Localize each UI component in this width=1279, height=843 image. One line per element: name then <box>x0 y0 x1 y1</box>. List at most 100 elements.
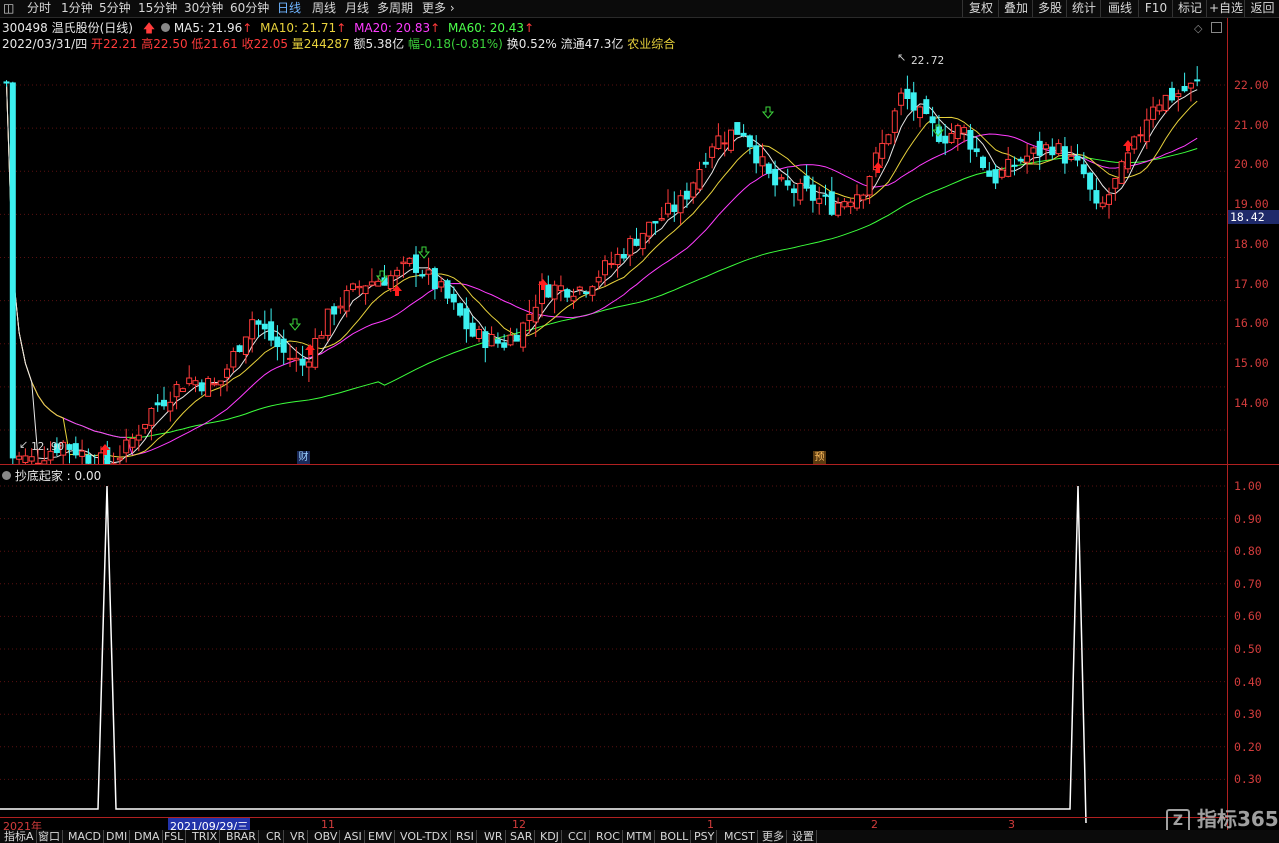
indicator-tab[interactable]: DMI <box>104 830 131 843</box>
period-tab-monthly[interactable]: 月线 <box>345 1 369 16</box>
indicator-tab[interactable]: PSY <box>692 830 718 843</box>
indicator-tab[interactable]: FSL <box>162 830 187 843</box>
indicator-tab[interactable]: ASI <box>342 830 365 843</box>
candle-body <box>1049 146 1056 156</box>
candle-body <box>1181 85 1188 92</box>
indicator-tab[interactable]: 指标A <box>2 830 37 843</box>
fuquan-button[interactable]: 复权 <box>962 0 999 17</box>
quote-volume: 量244287 <box>291 37 350 51</box>
period-tab-more[interactable]: 更多 › <box>422 1 455 16</box>
candle-body <box>1011 164 1018 167</box>
candle-body <box>639 232 646 250</box>
candle-body <box>457 303 464 316</box>
candle-body <box>923 99 930 115</box>
indicator-tab[interactable]: 更多 <box>760 830 787 843</box>
window-box-icon[interactable] <box>1211 22 1222 33</box>
indicator-tab[interactable]: OBV <box>312 830 341 843</box>
indicator-tab[interactable]: VR <box>288 830 309 843</box>
indicator-tab[interactable]: BOLL <box>658 830 692 843</box>
sell-signal-arrow <box>288 318 302 331</box>
period-tab-5min[interactable]: 5分钟 <box>99 1 131 16</box>
ma60-label: MA60: 20.43 <box>448 21 525 35</box>
financial-report-marker[interactable]: 财 <box>297 451 310 464</box>
mark-button[interactable]: 标记 <box>1172 0 1207 17</box>
back-button[interactable]: 返回 <box>1244 0 1279 17</box>
candle-body <box>368 281 375 286</box>
multi-stock-button[interactable]: 多股 <box>1032 0 1067 17</box>
period-tab-daily[interactable]: 日线 <box>277 1 301 16</box>
quote-sector[interactable]: 农业综合 <box>627 37 675 51</box>
candle-body <box>759 156 766 167</box>
period-tab-60min[interactable]: 60分钟 <box>230 1 269 16</box>
candle-body <box>841 201 848 208</box>
candle-body <box>469 322 476 337</box>
candle-body <box>690 182 697 198</box>
indicator-tab[interactable]: CR <box>264 830 285 843</box>
ma60 <box>6 83 1198 438</box>
indicator-tab[interactable]: CCI <box>566 830 590 843</box>
candle-body <box>998 169 1005 178</box>
candle-body <box>211 383 218 386</box>
indicator-tab[interactable]: MTM <box>624 830 655 843</box>
draw-line-button[interactable]: 画线 <box>1100 0 1139 17</box>
candle-body <box>1106 194 1112 205</box>
add-watchlist-button[interactable]: +自选 <box>1206 0 1245 17</box>
candle-body <box>1118 161 1125 184</box>
ma5-label: MA5: 21.96 <box>173 21 243 35</box>
candle-body <box>967 129 974 150</box>
price-tick: 16.00 <box>1234 316 1269 330</box>
indicator-chart[interactable] <box>0 478 1227 828</box>
candle-body <box>570 295 577 302</box>
up-arrow-icon: 🡅 <box>142 21 156 35</box>
period-tab-weekly[interactable]: 周线 <box>312 1 336 16</box>
f10-button[interactable]: F10 <box>1138 0 1173 17</box>
candle-body <box>740 132 747 136</box>
candle-body <box>992 169 999 184</box>
indicator-tab[interactable]: 窗口 <box>36 830 63 843</box>
candle-body <box>198 382 205 392</box>
period-tab-1min[interactable]: 1分钟 <box>61 1 93 16</box>
indicator-tab[interactable]: VOL-TDX <box>398 830 451 843</box>
quote-close: 收22.05 <box>241 37 288 51</box>
candle-body <box>847 201 854 208</box>
indicator-tab[interactable]: MCST <box>722 830 758 843</box>
candle-body <box>608 263 615 266</box>
ma5-line <box>6 83 1198 464</box>
period-tab-multi[interactable]: 多周期 <box>377 1 413 16</box>
max-price-marker: 22.72 <box>911 54 945 67</box>
candle-body <box>299 358 306 366</box>
candle-body <box>866 176 873 196</box>
candle-body <box>1112 178 1119 189</box>
candle-body <box>476 328 482 340</box>
period-tab-15min[interactable]: 15分钟 <box>138 1 177 16</box>
candle-body <box>305 361 312 368</box>
indicator-tab[interactable]: ROC <box>594 830 623 843</box>
candle-body <box>532 306 539 323</box>
ma-toggle-icon[interactable] <box>161 23 170 32</box>
indicator-tick: 0.80 <box>1234 544 1262 558</box>
candlestick-chart[interactable] <box>0 50 1279 465</box>
indicator-tab[interactable]: 设置 <box>790 830 817 843</box>
overlay-button[interactable]: 叠加 <box>998 0 1033 17</box>
forecast-marker[interactable]: 预 <box>813 451 826 464</box>
indicator-tab[interactable]: KDJ <box>538 830 562 843</box>
indicator-tab[interactable]: SAR <box>508 830 536 843</box>
diamond-icon[interactable]: ◇ <box>1194 22 1202 35</box>
statistics-button[interactable]: 统计 <box>1066 0 1101 17</box>
indicator-tab[interactable]: WR <box>482 830 506 843</box>
candle-body <box>1093 190 1100 204</box>
quote-amount: 额5.38亿 <box>353 37 405 51</box>
period-tab-30min[interactable]: 30分钟 <box>184 1 223 16</box>
indicator-tab[interactable]: BRAR <box>224 830 259 843</box>
candle-body <box>167 401 174 412</box>
candle-body <box>179 388 186 393</box>
candle-body <box>1143 119 1150 143</box>
indicator-tab[interactable]: MACD <box>66 830 104 843</box>
indicator-tab[interactable]: RSI <box>454 830 477 843</box>
menu-icon[interactable]: ◫ <box>3 1 14 16</box>
period-tab-fenshi[interactable]: 分时 <box>27 1 51 16</box>
indicator-tab[interactable]: TRIX <box>190 830 221 843</box>
indicator-tab[interactable]: DMA <box>132 830 163 843</box>
indicator-tab[interactable]: EMV <box>366 830 395 843</box>
candle-body <box>343 290 350 312</box>
